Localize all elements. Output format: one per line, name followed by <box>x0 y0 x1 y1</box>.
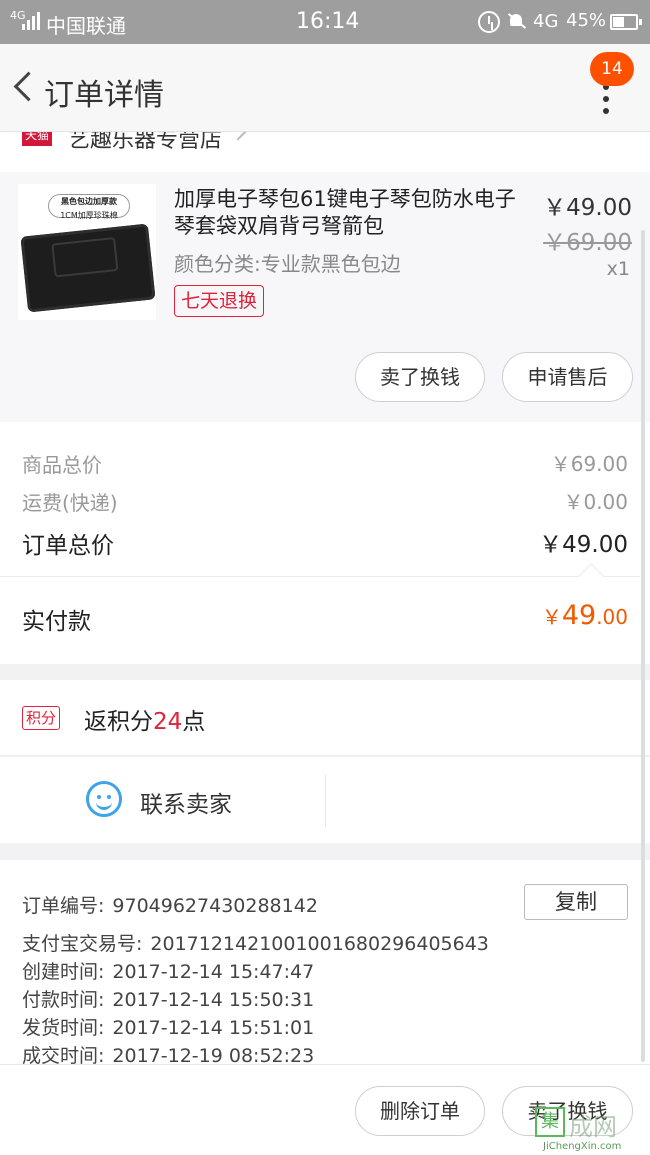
mute-bell-icon <box>508 12 524 30</box>
product-price: ￥49.00 <box>543 195 632 221</box>
status-bar: 4G 中国联通 16:14 4G 45% <box>0 0 650 44</box>
goods-total-label: 商品总价 <box>22 453 102 477</box>
contact-row: 联系卖家 <box>0 757 650 843</box>
back-icon[interactable] <box>10 70 40 106</box>
after-sale-button[interactable]: 申请售后 <box>502 352 633 402</box>
points-tag: 积分 <box>22 706 61 730</box>
paid-time-line: 付款时间: 2017-12-14 15:50:31 <box>22 989 315 1011</box>
product-sku: 颜色分类:专业款黑色包边 <box>174 252 401 276</box>
nav-bar: 订单详情 14 <box>0 44 650 132</box>
battery-icon <box>610 14 642 30</box>
alarm-icon <box>478 11 500 33</box>
divider <box>325 775 326 827</box>
smiley-chat-icon[interactable] <box>86 781 122 817</box>
paid-label: 实付款 <box>22 609 91 635</box>
points-text: 返积分24点 <box>84 709 206 735</box>
goods-total-value: ￥69.00 <box>550 452 628 476</box>
message-count-badge[interactable]: 14 <box>590 52 634 86</box>
price-summary: 商品总价 ￥69.00 运费(快递) ￥0.00 订单总价 ￥49.00 实付款… <box>0 422 650 664</box>
order-total-value: ￥49.00 <box>539 532 628 558</box>
created-time-line: 创建时间: 2017-12-14 15:47:47 <box>22 961 315 983</box>
clock: 16:14 <box>296 9 360 34</box>
return-policy-badge: 七天退换 <box>174 285 265 317</box>
order-total-label: 订单总价 <box>22 533 114 559</box>
order-number-line: 订单编号: 97049627430288142 <box>22 895 318 917</box>
points-row: 积分 返积分24点 <box>0 680 650 756</box>
delete-order-button[interactable]: 删除订单 <box>355 1086 485 1136</box>
order-number: 97049627430288142 <box>112 895 318 917</box>
product-original-price: ￥69.00 <box>543 230 632 256</box>
copy-button[interactable]: 复制 <box>524 884 628 920</box>
order-info: 订单编号: 97049627430288142 复制 支付宝交易号: 2017121… <box>0 860 650 1067</box>
shipping-label: 运费(快递) <box>22 491 118 515</box>
page-title: 订单详情 <box>44 78 164 113</box>
shipping-value: ￥0.00 <box>563 490 628 514</box>
product-card[interactable]: 黑色包边加厚款 1CM加厚珍珠棉 加厚电子琴包61键电子琴包防水电子琴套袋双肩背… <box>0 172 650 422</box>
scrollbar[interactable] <box>641 230 645 1062</box>
product-image-tag: 黑色包边加厚款 1CM加厚珍珠棉 <box>48 194 130 220</box>
alipay-number-line: 支付宝交易号: 2017121421001001680296405643 <box>22 933 489 955</box>
battery-percent: 45% <box>566 10 607 31</box>
caret-up-icon <box>578 563 604 589</box>
carrier-name: 中国联通 <box>46 14 126 38</box>
alipay-number: 2017121421001001680296405643 <box>150 933 489 955</box>
product-image[interactable]: 黑色包边加厚款 1CM加厚珍珠棉 <box>18 184 156 320</box>
signal-icon <box>22 12 40 30</box>
product-name[interactable]: 加厚电子琴包61键电子琴包防水电子琴套袋双肩背弓弩箭包 <box>174 186 529 240</box>
network-type: 4G <box>533 11 559 32</box>
resell-button[interactable]: 卖了换钱 <box>355 352 485 402</box>
shipped-time-line: 发货时间: 2017-12-14 15:51:01 <box>22 1017 315 1039</box>
keyboard-bag-graphic <box>20 223 156 313</box>
divider <box>0 576 640 577</box>
watermark-logo: 集 成网 JiChengXin.com <box>533 1107 650 1155</box>
contact-seller-button[interactable]: 联系卖家 <box>140 785 232 819</box>
more-icon[interactable] <box>590 84 620 152</box>
paid-amount: ￥49.00 <box>541 600 628 631</box>
product-quantity: x1 <box>606 258 630 280</box>
